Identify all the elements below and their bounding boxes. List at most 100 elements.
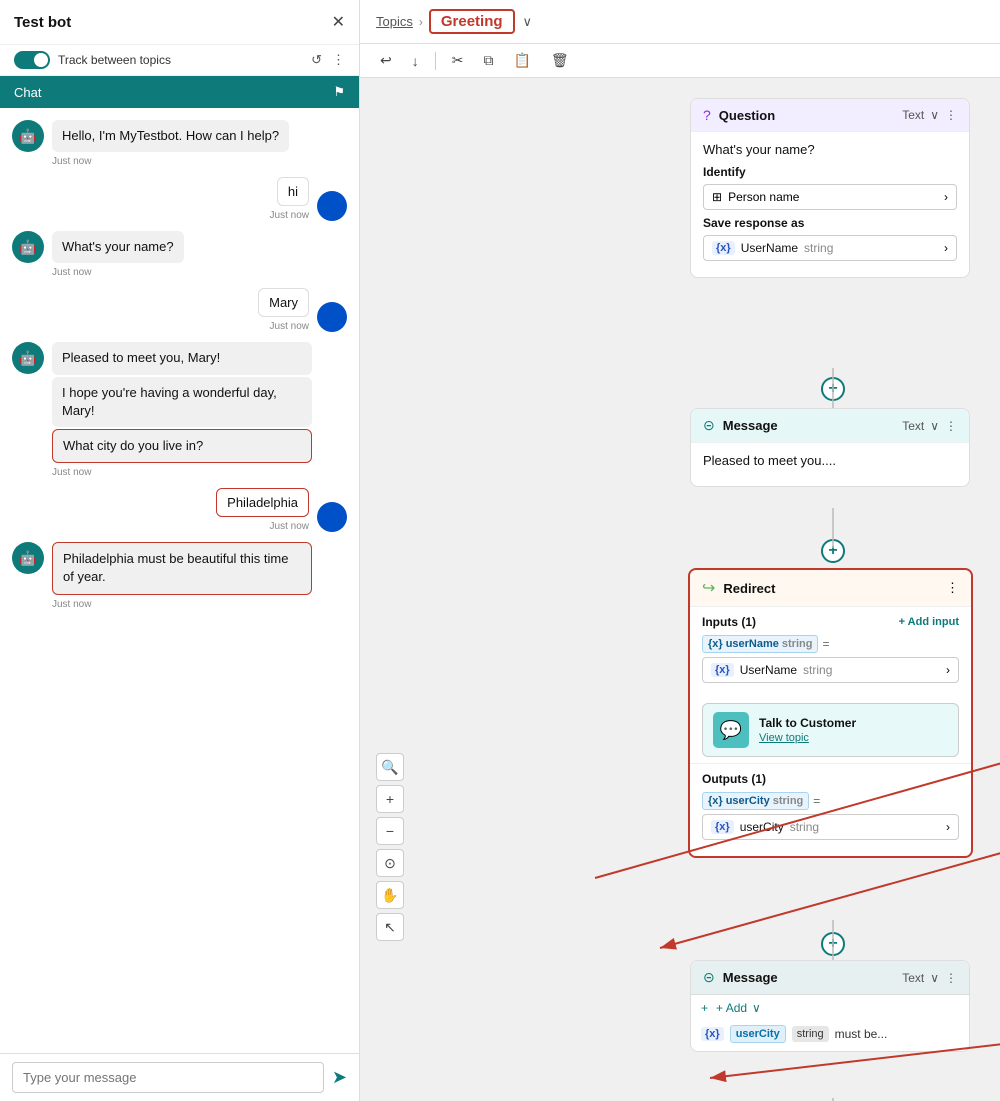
- close-button[interactable]: ✕: [332, 12, 345, 32]
- source-var-name: UserName: [740, 663, 797, 677]
- select-button[interactable]: ↖: [376, 913, 404, 941]
- breadcrumb-topics[interactable]: Topics: [376, 14, 413, 29]
- toggle-label: Track between topics: [58, 53, 171, 67]
- bot-bubble-wrap: What's your name? Just now: [52, 231, 184, 278]
- node-header-left: ⊝ Message: [703, 969, 778, 986]
- plus-connector-1[interactable]: +: [821, 377, 845, 401]
- toggle-icons: ↺ ⋮: [311, 52, 345, 68]
- more-options-icon[interactable]: ⋮: [945, 971, 957, 985]
- breadcrumb-chevron-icon[interactable]: ∨: [523, 14, 533, 30]
- message2-icon: ⊝: [703, 969, 715, 986]
- undo-button[interactable]: ↩: [376, 50, 396, 71]
- input-row-left: {x} UserName string: [711, 663, 832, 677]
- add-row[interactable]: + + Add ∨: [691, 995, 969, 1021]
- user-avatar: [317, 191, 347, 221]
- node-body: Pleased to meet you....: [691, 443, 969, 486]
- redirect-header: ↪ Redirect ⋮: [690, 570, 971, 607]
- node-header: ? Question Text ∨ ⋮: [691, 99, 969, 132]
- bot-avatar: 🤖: [12, 542, 44, 574]
- chat-input[interactable]: [12, 1062, 324, 1093]
- fit-view-button[interactable]: ⊙: [376, 849, 404, 877]
- user-avatar: [317, 502, 347, 532]
- node-header-left: ⊝ Message: [703, 417, 778, 434]
- chat-tab-label: Chat: [14, 85, 41, 100]
- input-var-name: userName: [726, 638, 779, 650]
- output-source-type: string: [790, 820, 819, 834]
- zoom-in-button[interactable]: +: [376, 785, 404, 813]
- message2-header: ⊝ Message Text ∨ ⋮: [691, 961, 969, 995]
- user-bubble: Mary: [258, 288, 309, 317]
- node-header-right: Text ∨ ⋮: [902, 971, 957, 985]
- save-var-name: UserName: [741, 241, 798, 255]
- bot-message-row: 🤖 What's your name? Just now: [12, 231, 347, 278]
- var-badge: {x}: [708, 795, 723, 807]
- output-var-box: {x} userCity string: [702, 792, 809, 810]
- var-badge: {x}: [712, 241, 735, 255]
- timestamp: Just now: [270, 210, 309, 221]
- type-chevron-icon[interactable]: ∨: [930, 971, 939, 985]
- redirect-more-icon[interactable]: ⋮: [946, 580, 959, 596]
- save-response-row[interactable]: {x} UserName string ›: [703, 235, 957, 261]
- bot-bubble-highlighted: Philadelphia must be beautiful this time…: [52, 542, 312, 594]
- table-icon: ⊞: [712, 190, 722, 204]
- identify-value: Person name: [728, 190, 799, 204]
- talk-icon: 💬: [713, 712, 749, 748]
- refresh-icon[interactable]: ↺: [311, 52, 322, 68]
- more-options-icon[interactable]: ⋮: [945, 108, 957, 122]
- zoom-out-button[interactable]: −: [376, 817, 404, 845]
- identify-row[interactable]: ⊞ Person name ›: [703, 184, 957, 210]
- user-message-row: Mary Just now: [12, 288, 347, 332]
- bot-bubble: I hope you're having a wonderful day, Ma…: [52, 377, 312, 427]
- bot-bubble: Pleased to meet you, Mary!: [52, 342, 312, 374]
- bot-bubble: Hello, I'm MyTestbot. How can I help?: [52, 120, 289, 152]
- node-header-left: ? Question: [703, 107, 775, 123]
- chat-tab[interactable]: Chat ⚑: [0, 76, 359, 108]
- canvas-area: ? Question Text ∨ ⋮ What's your name? Id…: [360, 78, 1000, 1101]
- type-chevron-icon[interactable]: ∨: [930, 108, 939, 122]
- more-icon[interactable]: ⋮: [332, 52, 345, 68]
- view-topic-link[interactable]: View topic: [759, 732, 856, 744]
- username-source-row[interactable]: {x} UserName string ›: [702, 657, 959, 683]
- question-icon: ?: [703, 107, 711, 123]
- add-chevron-icon: ∨: [752, 1001, 761, 1015]
- paste-button[interactable]: 📋: [509, 50, 534, 71]
- type-chevron-icon[interactable]: ∨: [930, 419, 939, 433]
- add-input-button[interactable]: + Add input: [899, 616, 959, 628]
- bookmark-icon: ⚑: [333, 84, 345, 100]
- timestamp: Just now: [52, 599, 312, 610]
- zoom-magnify-button[interactable]: 🔍: [376, 753, 404, 781]
- user-bubble-wrap: hi Just now: [270, 177, 309, 221]
- question-node: ? Question Text ∨ ⋮ What's your name? Id…: [690, 98, 970, 278]
- input-var-type: string: [782, 638, 813, 650]
- cut-button[interactable]: ✂: [448, 50, 468, 71]
- left-panel: Test bot ✕ Track between topics ↺ ⋮ Chat…: [0, 0, 360, 1101]
- redo-button[interactable]: ↓: [408, 51, 423, 71]
- identify-row-left: ⊞ Person name: [712, 190, 799, 204]
- bot-bubble-wrap: Philadelphia must be beautiful this time…: [52, 542, 312, 609]
- plus-connector-3[interactable]: +: [821, 932, 845, 956]
- identify-label: Identify: [703, 165, 957, 179]
- timestamp: Just now: [270, 321, 309, 332]
- chat-input-row: ➤: [0, 1053, 359, 1101]
- breadcrumb-current[interactable]: Greeting: [429, 9, 515, 34]
- copy-button[interactable]: ⧉: [479, 50, 497, 71]
- more-options-icon[interactable]: ⋮: [945, 419, 957, 433]
- output-var-type: string: [773, 795, 804, 807]
- message-header-1: ⊝ Message Text ∨ ⋮: [691, 409, 969, 443]
- output-var-row: {x} userCity string =: [702, 792, 959, 810]
- toolbar-separator: [435, 52, 436, 70]
- node-title: Question: [719, 108, 775, 123]
- save-var-type: string: [804, 241, 833, 255]
- left-header: Test bot ✕: [0, 0, 359, 45]
- plus-connector-2[interactable]: +: [821, 539, 845, 563]
- chat-messages: 🤖 Hello, I'm MyTestbot. How can I help? …: [0, 108, 359, 1053]
- usercity-source-row[interactable]: {x} userCity string ›: [702, 814, 959, 840]
- delete-button[interactable]: 🗑: [547, 50, 573, 71]
- pan-button[interactable]: ✋: [376, 881, 404, 909]
- inputs-section: Inputs (1) + Add input {x} userName stri…: [690, 607, 971, 697]
- bot-message-row: 🤖 Philadelphia must be beautiful this ti…: [12, 542, 347, 609]
- node-header-right: Text ∨ ⋮: [902, 419, 957, 433]
- add-label: +: [701, 1001, 708, 1015]
- send-button[interactable]: ➤: [332, 1067, 347, 1088]
- toggle-switch[interactable]: [14, 51, 50, 69]
